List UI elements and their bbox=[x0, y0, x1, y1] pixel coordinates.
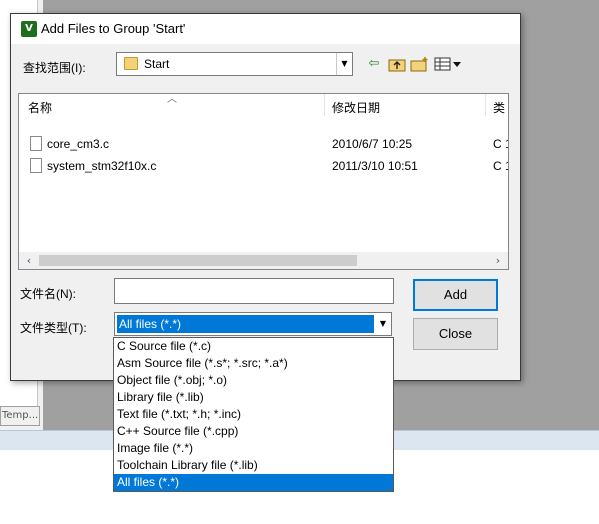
column-header-date[interactable]: 修改日期 bbox=[332, 99, 380, 116]
file-icon bbox=[30, 158, 42, 173]
file-icon bbox=[30, 136, 42, 151]
file-type: C 1 bbox=[493, 159, 508, 173]
file-name: core_cm3.c bbox=[47, 137, 110, 151]
file-type: C 1 bbox=[493, 137, 508, 151]
lookin-label: 查找范围(I): bbox=[23, 61, 86, 75]
dropdown-option-selected[interactable]: All files (*.*) bbox=[114, 474, 393, 491]
dropdown-option[interactable]: Image file (*.*) bbox=[114, 440, 393, 457]
filename-label: 文件名(N): bbox=[20, 287, 76, 301]
column-header-name[interactable]: 名称 bbox=[28, 99, 52, 116]
add-button[interactable]: Add bbox=[413, 279, 498, 311]
filetype-label: 文件类型(T): bbox=[20, 321, 87, 335]
filetype-dropdown-list[interactable]: C Source file (*.c) Asm Source file (*.s… bbox=[113, 337, 394, 492]
view-menu-icon[interactable] bbox=[433, 54, 465, 74]
file-date: 2011/3/10 10:51 bbox=[332, 159, 418, 173]
column-separator[interactable] bbox=[324, 94, 325, 116]
dropdown-option[interactable]: Object file (*.obj; *.o) bbox=[114, 372, 393, 389]
up-folder-icon[interactable] bbox=[386, 54, 408, 74]
folder-icon bbox=[124, 57, 138, 70]
file-row[interactable]: system_stm32f10x.c 2011/3/10 10:51 C 1 bbox=[19, 155, 508, 177]
chevron-down-icon[interactable]: ▼ bbox=[376, 315, 390, 333]
dialog-titlebar[interactable]: V Add Files to Group 'Start' bbox=[11, 14, 520, 44]
column-separator[interactable] bbox=[485, 94, 486, 116]
file-row[interactable]: core_cm3.c 2010/6/7 10:25 C 1 bbox=[19, 133, 508, 155]
dropdown-option[interactable]: Toolchain Library file (*.lib) bbox=[114, 457, 393, 474]
dropdown-option[interactable]: C++ Source file (*.cpp) bbox=[114, 423, 393, 440]
dropdown-option[interactable]: C Source file (*.c) bbox=[114, 338, 393, 355]
scroll-left-icon[interactable]: ‹ bbox=[21, 252, 37, 269]
filetype-value: All files (*.*) bbox=[117, 315, 374, 333]
sort-ascending-icon: ︿ bbox=[167, 94, 177, 105]
lookin-value: Start bbox=[144, 57, 170, 71]
templates-tab[interactable]: Temp... bbox=[0, 406, 40, 426]
new-folder-icon[interactable] bbox=[409, 54, 431, 74]
add-files-dialog: V Add Files to Group 'Start' 查找范围(I): St… bbox=[10, 13, 521, 381]
dropdown-option[interactable]: Library file (*.lib) bbox=[114, 389, 393, 406]
dialog-title: Add Files to Group 'Start' bbox=[41, 21, 186, 36]
column-header-type[interactable]: 类 bbox=[493, 99, 505, 116]
close-button[interactable]: Close bbox=[413, 318, 498, 350]
scroll-right-icon[interactable]: › bbox=[490, 252, 506, 269]
filetype-combobox[interactable]: All files (*.*) ▼ bbox=[114, 312, 392, 336]
file-name: system_stm32f10x.c bbox=[47, 159, 157, 173]
uvision-app-icon: V bbox=[21, 21, 37, 37]
dropdown-option[interactable]: Text file (*.txt; *.h; *.inc) bbox=[114, 406, 393, 423]
lookin-combobox[interactable]: Start ▼ bbox=[116, 52, 353, 76]
file-date: 2010/6/7 10:25 bbox=[332, 137, 413, 151]
back-icon[interactable]: ⇦ bbox=[363, 54, 385, 74]
horizontal-scrollbar[interactable]: ‹ › bbox=[19, 252, 508, 269]
dropdown-option[interactable]: Asm Source file (*.s*; *.src; *.a*) bbox=[114, 355, 393, 372]
scrollbar-thumb[interactable] bbox=[39, 255, 357, 266]
filename-input[interactable] bbox=[114, 278, 394, 304]
file-list[interactable]: ︿ 名称 修改日期 类 core_cm3.c 2010/6/7 10:25 C … bbox=[18, 93, 509, 270]
chevron-down-icon[interactable]: ▼ bbox=[336, 53, 352, 75]
